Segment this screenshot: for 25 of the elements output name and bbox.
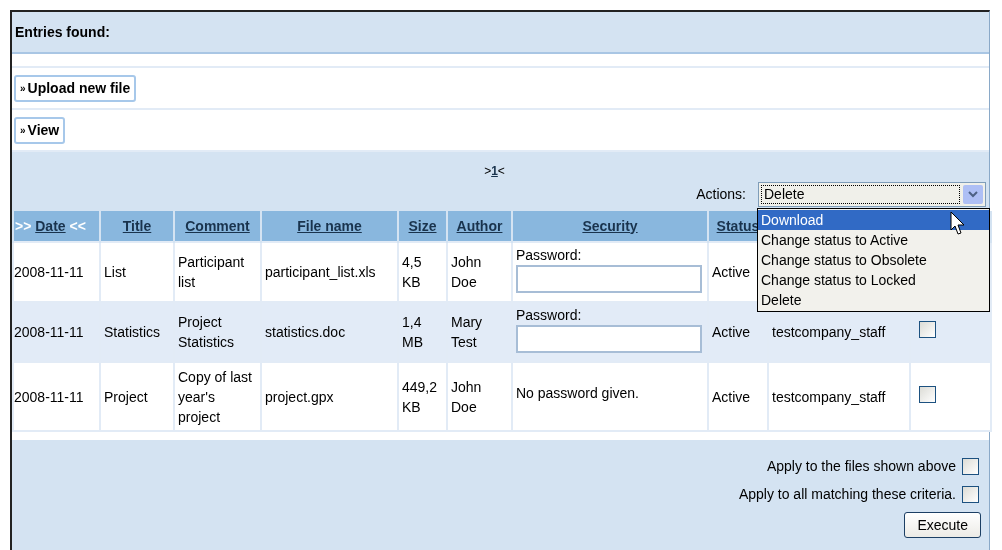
checkbox[interactable] xyxy=(919,321,936,338)
checkbox[interactable] xyxy=(962,457,979,475)
password-field[interactable] xyxy=(516,265,702,293)
dropdown-option[interactable]: Download xyxy=(758,210,989,230)
page-link[interactable]: 1 xyxy=(491,164,498,178)
actions-label: Actions: xyxy=(696,185,746,204)
checkbox[interactable] xyxy=(962,485,979,503)
table-cell: 2008-11-11 xyxy=(13,242,100,302)
header-title: Entries found: xyxy=(15,22,110,42)
pager: >1< xyxy=(484,163,505,180)
apply-label: Apply to all matching these criteria. xyxy=(738,484,956,504)
execute-button[interactable]: Execute xyxy=(904,512,981,538)
password-label: Password: xyxy=(516,246,583,265)
view-button[interactable]: »View xyxy=(14,116,66,144)
checkbox[interactable] xyxy=(919,385,936,403)
password-field[interactable] xyxy=(516,325,702,353)
chevron-down-icon[interactable] xyxy=(963,185,983,204)
apply-label: Apply to the files shown above xyxy=(766,456,956,476)
pointer-cursor-icon xyxy=(950,211,966,237)
table-cell: testcompany_staff xyxy=(772,324,886,340)
table-cell: testcompany_staff xyxy=(772,388,886,405)
table-cell-text: No password given. xyxy=(516,384,639,403)
upload-button[interactable]: »Upload new file xyxy=(14,74,137,102)
password-label: Password: xyxy=(516,306,583,325)
actions-dropdown[interactable]: Delete xyxy=(758,182,986,207)
